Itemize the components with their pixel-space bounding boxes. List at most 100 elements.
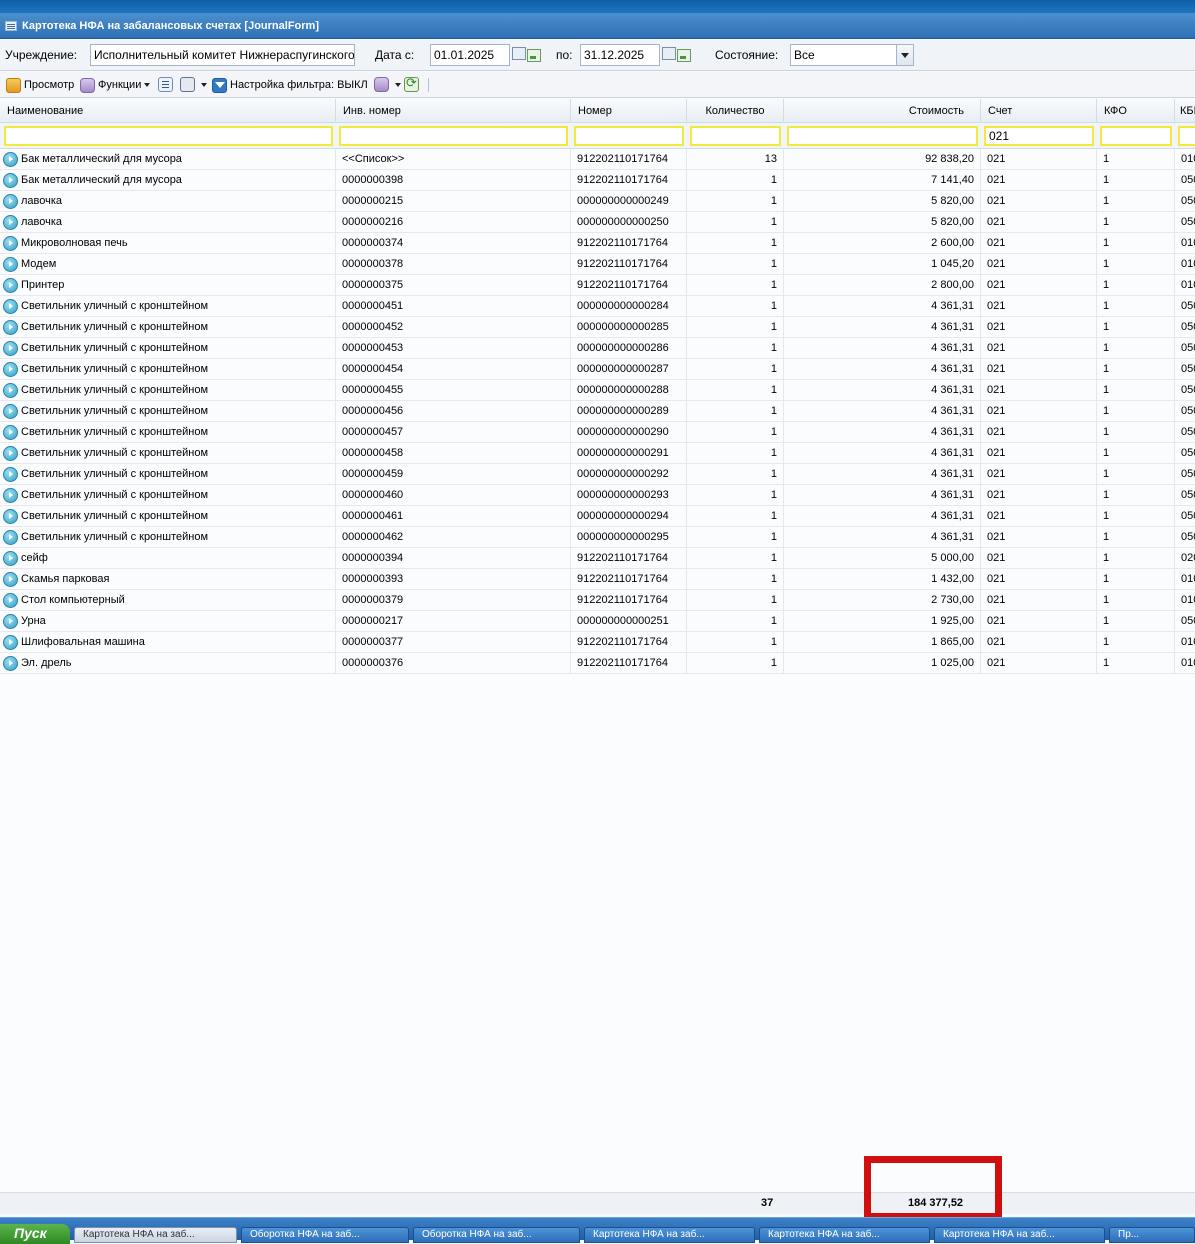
start-button[interactable]: Пуск bbox=[0, 1224, 70, 1244]
table-row[interactable]: Бак металлический для мусора <<Список>> 91… bbox=[0, 149, 1195, 170]
filter-icon bbox=[212, 77, 227, 93]
cell-cost: 4 361,31 bbox=[784, 443, 981, 464]
state-select[interactable]: Все bbox=[790, 44, 897, 66]
cell-name: лавочка bbox=[0, 191, 336, 212]
state-label: Состояние: bbox=[715, 48, 779, 62]
table-row[interactable]: Бак металлический для мусора 0000000398 91… bbox=[0, 170, 1195, 191]
table-row[interactable]: Светильник уличный с кронштейном 00000004… bbox=[0, 485, 1195, 506]
table-row[interactable]: Светильник уличный с кронштейном 00000004… bbox=[0, 506, 1195, 527]
table-row[interactable]: Светильник уличный с кронштейном 00000004… bbox=[0, 296, 1195, 317]
date-to-calendar-icon[interactable] bbox=[662, 45, 696, 65]
taskbar-item[interactable]: Картотека НФА на заб... bbox=[759, 1227, 930, 1243]
col-header-number[interactable]: Номер bbox=[571, 99, 687, 123]
filter-name-input[interactable] bbox=[4, 126, 333, 146]
table-row[interactable]: Стол компьютерный 0000000379 9122021101717… bbox=[0, 590, 1195, 611]
filter-cost-input[interactable] bbox=[787, 126, 978, 146]
table-row[interactable]: Светильник уличный с кронштейном 00000004… bbox=[0, 380, 1195, 401]
cell-name: сейф bbox=[0, 548, 336, 569]
cell-name: Стол компьютерный bbox=[0, 590, 336, 611]
date-to-field[interactable]: 31.12.2025 bbox=[580, 44, 660, 66]
cell-acc: 021 bbox=[981, 149, 1097, 170]
cell-num: 000000000000250 bbox=[571, 212, 687, 233]
cell-num: 912202110171764 bbox=[571, 254, 687, 275]
filter-inv-input[interactable] bbox=[339, 126, 568, 146]
cell-name: Светильник уличный с кронштейном bbox=[0, 485, 336, 506]
cell-num: 912202110171764 bbox=[571, 548, 687, 569]
cell-acc: 021 bbox=[981, 590, 1097, 611]
toolbar-divider bbox=[428, 78, 429, 92]
taskbar-item[interactable]: Оборотка НФА на заб... bbox=[241, 1227, 409, 1243]
state-dropdown-icon[interactable] bbox=[896, 44, 914, 66]
cell-qty: 1 bbox=[687, 254, 784, 275]
cell-kfo: 1 bbox=[1097, 296, 1175, 317]
filter-number-input[interactable] bbox=[574, 126, 684, 146]
table-row[interactable]: Принтер 0000000375 912202110171764 1 2 800,0… bbox=[0, 275, 1195, 296]
date-from-field[interactable]: 01.01.2025 bbox=[430, 44, 510, 66]
table-row[interactable]: Микроволновая печь 0000000374 912202110171… bbox=[0, 233, 1195, 254]
col-header-kfo[interactable]: КФО bbox=[1097, 99, 1175, 123]
table-row[interactable]: лавочка 0000000216 000000000000250 1 5 820,0… bbox=[0, 212, 1195, 233]
col-header-cost[interactable]: Стоимость bbox=[784, 99, 981, 123]
list-button[interactable] bbox=[158, 77, 176, 92]
functions-button[interactable]: Функции bbox=[80, 77, 151, 93]
taskbar-item[interactable]: Картотека НФА на заб... bbox=[584, 1227, 755, 1243]
cell-cost: 4 361,31 bbox=[784, 296, 981, 317]
cell-name: Бак металлический для мусора bbox=[0, 149, 336, 170]
table-row[interactable]: Светильник уличный с кронштейном 00000004… bbox=[0, 527, 1195, 548]
filter-settings-button[interactable]: Настройка фильтра: ВЫКЛ bbox=[212, 77, 368, 93]
cell-inv: 0000000456 bbox=[336, 401, 571, 422]
cell-cost: 2 800,00 bbox=[784, 275, 981, 296]
table-row[interactable]: Светильник уличный с кронштейном 00000004… bbox=[0, 443, 1195, 464]
table-row[interactable]: Светильник уличный с кронштейном 00000004… bbox=[0, 317, 1195, 338]
table-row[interactable]: Светильник уличный с кронштейном 00000004… bbox=[0, 338, 1195, 359]
cell-cost: 4 361,31 bbox=[784, 338, 981, 359]
col-header-name[interactable]: Наименование bbox=[0, 99, 336, 123]
cell-qty: 1 bbox=[687, 317, 784, 338]
cell-acc: 021 bbox=[981, 212, 1097, 233]
view-button[interactable]: Просмотр bbox=[6, 77, 74, 93]
taskbar-item[interactable]: Пр... bbox=[1109, 1227, 1195, 1243]
col-header-kbk[interactable]: КБК bbox=[1175, 99, 1195, 123]
table-row[interactable]: Эл. дрель 0000000376 912202110171764 1 1 025… bbox=[0, 653, 1195, 674]
table-row[interactable]: Светильник уличный с кронштейном 00000004… bbox=[0, 422, 1195, 443]
col-header-inv[interactable]: Инв. номер bbox=[336, 99, 571, 123]
pencil-icon bbox=[6, 77, 21, 93]
date-to-label: по: bbox=[556, 48, 573, 62]
col-header-quantity[interactable]: Количество bbox=[687, 99, 784, 123]
print-button[interactable] bbox=[180, 77, 207, 92]
filter-kfo-input[interactable] bbox=[1100, 126, 1172, 146]
cell-acc: 021 bbox=[981, 401, 1097, 422]
table-row[interactable]: Скамья парковая 0000000393 912202110171764… bbox=[0, 569, 1195, 590]
col-header-account[interactable]: Счет bbox=[981, 99, 1097, 123]
table-row[interactable]: Светильник уличный с кронштейном 00000004… bbox=[0, 401, 1195, 422]
cell-cost: 4 361,31 bbox=[784, 401, 981, 422]
cell-qty: 1 bbox=[687, 422, 784, 443]
filter-kbk-input[interactable] bbox=[1178, 126, 1195, 146]
filter-quantity-input[interactable] bbox=[690, 126, 781, 146]
table-row[interactable]: Урна 0000000217 000000000000251 1 1 925,00 02… bbox=[0, 611, 1195, 632]
table-row[interactable]: Шлифовальная машина 0000000377 91220211017… bbox=[0, 632, 1195, 653]
taskbar-item[interactable]: Картотека НФА на заб... bbox=[74, 1227, 237, 1243]
table-row[interactable]: лавочка 0000000215 000000000000249 1 5 820,0… bbox=[0, 191, 1195, 212]
table-row[interactable]: Светильник уличный с кронштейном 00000004… bbox=[0, 464, 1195, 485]
table-row[interactable]: Светильник уличный с кронштейном 00000004… bbox=[0, 359, 1195, 380]
cell-num: 000000000000251 bbox=[571, 611, 687, 632]
table-row[interactable]: сейф 0000000394 912202110171764 1 5 000,00 02… bbox=[0, 548, 1195, 569]
institution-field[interactable]: Исполнительный комитет Нижнераспугинског… bbox=[90, 44, 355, 66]
taskbar-item[interactable]: Оборотка НФА на заб... bbox=[413, 1227, 580, 1243]
table-row[interactable]: Модем 0000000378 912202110171764 1 1 045,20 0… bbox=[0, 254, 1195, 275]
cell-name: Светильник уличный с кронштейном bbox=[0, 401, 336, 422]
cell-name: Светильник уличный с кронштейном bbox=[0, 464, 336, 485]
cell-inv: 0000000374 bbox=[336, 233, 571, 254]
filter-functions-button[interactable] bbox=[374, 77, 401, 92]
highlight-box bbox=[864, 1156, 1002, 1220]
date-from-calendar-icon[interactable] bbox=[512, 45, 546, 65]
taskbar-item[interactable]: Картотека НФА на заб... bbox=[934, 1227, 1105, 1243]
cell-cost: 1 025,00 bbox=[784, 653, 981, 674]
cell-num: 000000000000291 bbox=[571, 443, 687, 464]
refresh-button[interactable] bbox=[404, 76, 422, 92]
cell-kbk: 050 bbox=[1175, 506, 1195, 527]
cell-qty: 1 bbox=[687, 233, 784, 254]
cell-num: 000000000000285 bbox=[571, 317, 687, 338]
filter-account-input[interactable]: 021 bbox=[984, 126, 1094, 146]
